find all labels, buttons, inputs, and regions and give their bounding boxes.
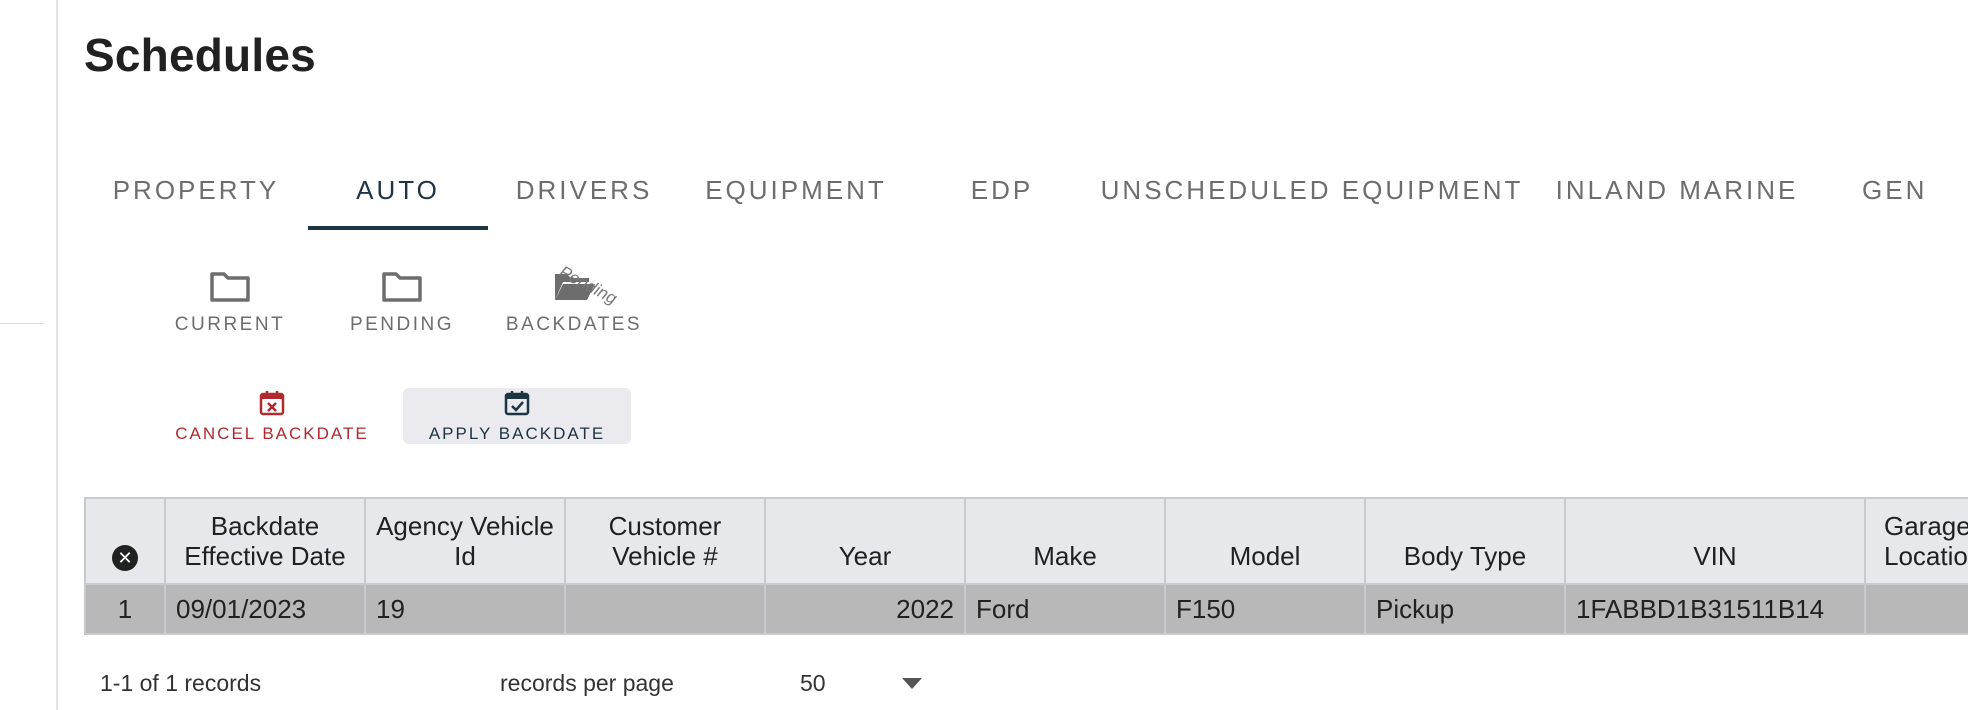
folder-icon	[206, 262, 254, 310]
record-count: 1-1 of 1 records	[100, 670, 262, 696]
tab-inland-marine[interactable]: INLAND MARINE	[1532, 150, 1822, 230]
cell-year[interactable]: 2022	[764, 583, 966, 635]
tab-drivers[interactable]: DRIVERS	[488, 150, 680, 230]
tab-unscheduled-equipment[interactable]: UNSCHEDULED EQUIPMENT	[1092, 150, 1532, 230]
calendar-x-icon	[258, 389, 286, 422]
current-view-label: CURRENT	[174, 314, 286, 335]
apply-backdate-label: APPLY BACKDATE	[428, 423, 606, 443]
row-number: 1	[84, 583, 166, 635]
table-header-row: ✕ Backdate Effective Date Agency Vehicle…	[84, 497, 1968, 585]
tab-auto[interactable]: AUTO	[308, 150, 488, 230]
pagination-bar: 1-1 of 1 records records per page 50	[84, 668, 922, 700]
records-per-page-select[interactable]: 50	[784, 668, 934, 700]
schedule-tabs: PROPERTY AUTO DRIVERS EQUIPMENT EDP UNSC…	[84, 150, 1968, 230]
schedule-table: ✕ Backdate Effective Date Agency Vehicle…	[84, 497, 1968, 635]
tab-equipment[interactable]: EQUIPMENT	[680, 150, 912, 230]
cell-agency-id[interactable]: 19	[364, 583, 566, 635]
pending-view-label: PENDING	[349, 314, 455, 335]
cancel-backdate-button[interactable]: CANCEL BACKDATE	[168, 388, 376, 444]
schedule-grid: ✕ Backdate Effective Date Agency Vehicle…	[84, 497, 1968, 639]
calendar-check-icon	[503, 389, 531, 422]
col-header-body-type[interactable]: Body Type	[1364, 497, 1566, 585]
apply-backdate-button[interactable]: APPLY BACKDATE	[403, 388, 631, 444]
backdates-view-label: BACKDATES	[505, 314, 643, 335]
cell-body-type[interactable]: Pickup	[1364, 583, 1566, 635]
col-header-customer-no[interactable]: Customer Vehicle #	[564, 497, 766, 585]
rail-divider	[0, 323, 44, 324]
col-header-backdate[interactable]: Backdate Effective Date	[164, 497, 366, 585]
records-per-page-label: records per page	[500, 670, 674, 696]
col-header-garage[interactable]: Garage Location	[1864, 497, 1968, 585]
folder-icon	[378, 262, 426, 310]
pending-view-button[interactable]: PENDING	[327, 262, 477, 346]
clear-filter-header: ✕	[84, 497, 166, 585]
page-title: Schedules	[84, 29, 316, 81]
cell-make[interactable]: Ford	[964, 583, 1166, 635]
col-header-vin[interactable]: VIN	[1564, 497, 1866, 585]
table-row[interactable]: 1 09/01/2023 19 2022 Ford F150 Pickup 1F…	[84, 583, 1968, 635]
col-header-year[interactable]: Year	[764, 497, 966, 585]
col-header-agency-id[interactable]: Agency Vehicle Id	[364, 497, 566, 585]
tab-edp[interactable]: EDP	[912, 150, 1092, 230]
cell-backdate[interactable]: 09/01/2023	[164, 583, 366, 635]
tab-property[interactable]: PROPERTY	[84, 150, 308, 230]
cell-model[interactable]: F150	[1164, 583, 1366, 635]
cancel-backdate-label: CANCEL BACKDATE	[175, 423, 369, 443]
cell-garage[interactable]	[1864, 583, 1968, 635]
cell-customer-no[interactable]	[564, 583, 766, 635]
current-view-button[interactable]: CURRENT	[155, 262, 305, 346]
col-header-model[interactable]: Model	[1164, 497, 1366, 585]
cell-vin[interactable]: 1FABBD1B31511B14	[1564, 583, 1866, 635]
clear-filter-icon[interactable]: ✕	[112, 545, 138, 571]
caret-down-icon	[902, 678, 922, 689]
tab-gen[interactable]: GEN	[1822, 150, 1968, 230]
col-header-make[interactable]: Make	[964, 497, 1166, 585]
records-per-page-value: 50	[800, 670, 826, 696]
left-rail	[0, 0, 58, 710]
